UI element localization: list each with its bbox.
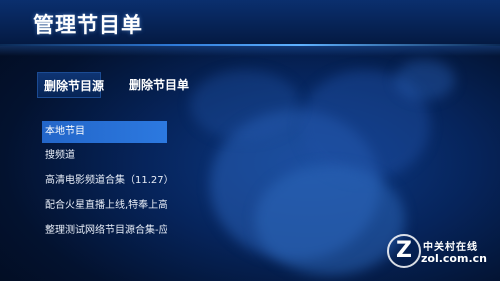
bokeh-blob xyxy=(255,165,405,275)
list-item[interactable]: 整理测试网络节目源合集-应 xyxy=(45,220,167,242)
list-item-local-programs[interactable]: 本地节目 xyxy=(42,121,167,143)
watermark-cn-text: 中关村在线 xyxy=(423,242,478,253)
list-item-label: 本地节目 xyxy=(45,126,85,137)
watermark-logo: Z 中关村在线 zol.com.cn xyxy=(387,232,487,272)
watermark-domain-text: zol.com.cn xyxy=(421,252,487,265)
header-glow xyxy=(0,46,500,56)
bokeh-blob xyxy=(395,60,455,100)
header-bar: 管理节目单 xyxy=(0,0,500,44)
list-item[interactable]: 高清电影频道合集（11.27） xyxy=(45,170,167,192)
tab-delete-playlist[interactable]: 删除节目单 xyxy=(123,72,195,98)
tab-delete-source[interactable]: 删除节目源 xyxy=(37,72,104,98)
list-item[interactable]: 配合火星直播上线,特奉上高 xyxy=(45,195,167,217)
page-title: 管理节目单 xyxy=(33,13,143,37)
zol-logo-icon: Z xyxy=(387,234,421,268)
bokeh-blob xyxy=(190,70,300,140)
list-item[interactable]: 搜频道 xyxy=(45,145,167,167)
